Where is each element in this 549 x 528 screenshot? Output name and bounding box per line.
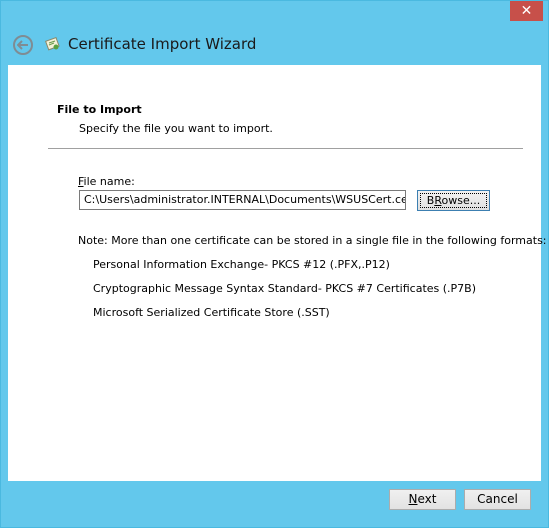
close-button[interactable]: ✕ [510,1,543,21]
file-name-label: File name: [78,175,135,188]
wizard-window: ✕ Certificate Import Wizard File to Impo… [0,0,549,528]
divider [48,148,523,149]
file-name-input[interactable]: C:\Users\administrator.INTERNAL\Document… [79,190,406,210]
format-item: Cryptographic Message Syntax Standard- P… [93,282,477,295]
next-button[interactable]: Next [389,489,456,510]
back-arrow-icon[interactable] [13,35,33,55]
section-subtitle: Specify the file you want to import. [79,122,273,135]
format-item: Microsoft Serialized Certificate Store (… [93,306,330,319]
section-title: File to Import [57,103,142,116]
formats-note: Note: More than one certificate can be s… [78,234,547,247]
format-item: Personal Information Exchange- PKCS #12 … [93,258,390,271]
next-label-accelerator: N [408,492,418,506]
file-label-text: ile name: [83,175,135,188]
browse-label-post: owse... [441,194,481,207]
wizard-page: File to Import Specify the file you want… [8,65,547,481]
next-label-text: ext [417,492,437,506]
wizard-title: Certificate Import Wizard [68,35,257,53]
cancel-button[interactable]: Cancel [464,489,531,510]
browse-button[interactable]: BRowse... [417,190,490,211]
certificate-icon [45,36,60,51]
wizard-header: Certificate Import Wizard [1,31,548,61]
